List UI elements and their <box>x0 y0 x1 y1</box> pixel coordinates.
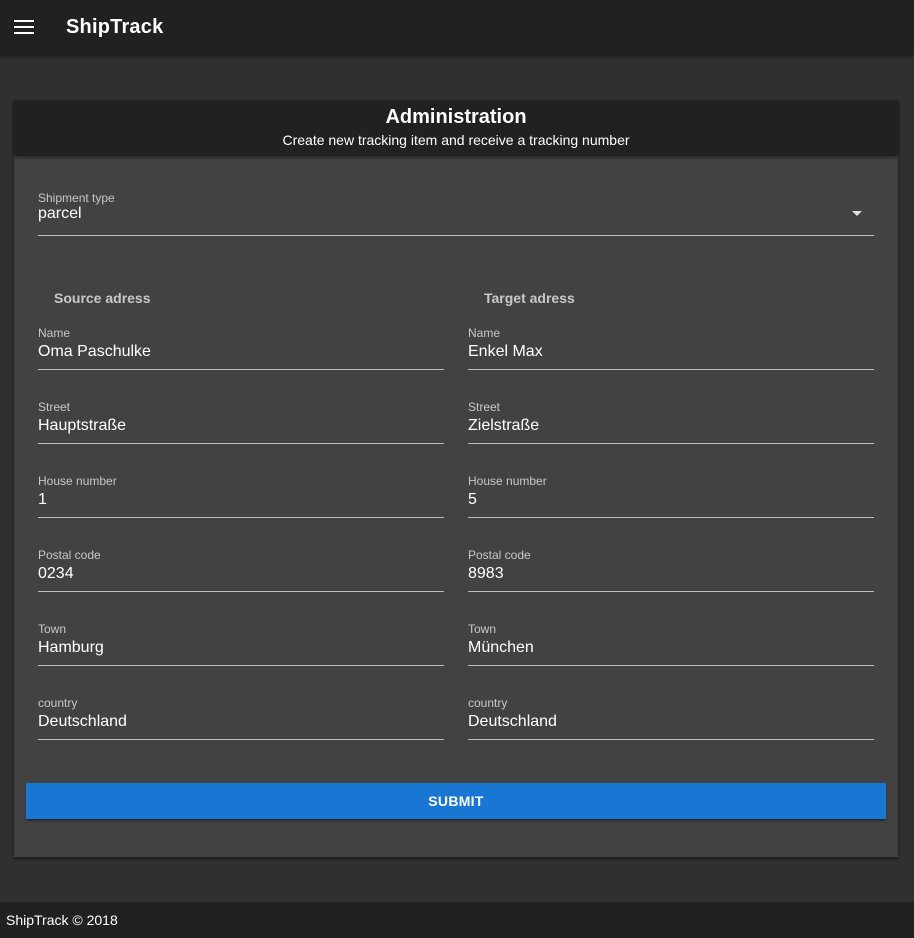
source-house-number-input[interactable] <box>38 491 444 509</box>
app-title: ShipTrack <box>66 15 164 38</box>
source-address-heading: Source adress <box>54 290 151 306</box>
shipment-type-label: Shipment type <box>38 191 115 205</box>
source-house-number-label: House number <box>38 474 117 488</box>
target-house-number-label: House number <box>468 474 547 488</box>
target-country-input[interactable] <box>468 713 874 731</box>
target-town-input[interactable] <box>468 639 874 657</box>
source-town-label: Town <box>38 622 67 636</box>
administration-card: Administration Create new tracking item … <box>14 100 898 857</box>
submit-button[interactable]: SUBMIT <box>26 783 886 819</box>
target-address-heading: Target adress <box>484 290 575 306</box>
card-title: Administration <box>385 106 527 128</box>
source-street-input[interactable] <box>38 417 444 435</box>
source-country-field[interactable]: country <box>38 696 444 740</box>
source-street-label: Street <box>38 400 71 414</box>
source-postal-code-field[interactable]: Postal code <box>38 548 444 592</box>
shipment-type-value: parcel <box>38 205 82 222</box>
target-street-field[interactable]: Street <box>468 400 874 444</box>
shipment-type-select[interactable]: Shipment type parcel <box>38 191 874 236</box>
source-name-input[interactable] <box>38 343 444 361</box>
app-bar: ShipTrack <box>0 0 914 54</box>
source-postal-code-input[interactable] <box>38 565 444 583</box>
target-postal-code-label: Postal code <box>468 548 531 562</box>
footer-copyright: ShipTrack © 2018 <box>6 912 118 928</box>
source-town-field[interactable]: Town <box>38 622 444 666</box>
source-postal-code-label: Postal code <box>38 548 101 562</box>
target-postal-code-input[interactable] <box>468 565 874 583</box>
target-name-label: Name <box>468 326 501 340</box>
target-country-label: country <box>468 696 508 710</box>
menu-button[interactable] <box>0 0 48 54</box>
target-street-input[interactable] <box>468 417 874 435</box>
source-street-field[interactable]: Street <box>38 400 444 444</box>
source-name-label: Name <box>38 326 71 340</box>
target-postal-code-field[interactable]: Postal code <box>468 548 874 592</box>
target-house-number-input[interactable] <box>468 491 874 509</box>
target-name-field[interactable]: Name <box>468 326 874 370</box>
footer: ShipTrack © 2018 <box>0 902 914 938</box>
card-subtitle: Create new tracking item and receive a t… <box>282 132 630 148</box>
target-country-field[interactable]: country <box>468 696 874 740</box>
source-name-field[interactable]: Name <box>38 326 444 370</box>
hamburger-icon <box>14 20 34 34</box>
card-header: Administration Create new tracking item … <box>14 100 898 156</box>
source-house-number-field[interactable]: House number <box>38 474 444 518</box>
target-town-label: Town <box>468 622 497 636</box>
source-country-label: country <box>38 696 78 710</box>
target-street-label: Street <box>468 400 501 414</box>
source-town-input[interactable] <box>38 639 444 657</box>
target-house-number-field[interactable]: House number <box>468 474 874 518</box>
target-town-field[interactable]: Town <box>468 622 874 666</box>
target-name-input[interactable] <box>468 343 874 361</box>
dropdown-arrow-icon <box>852 211 862 216</box>
source-country-input[interactable] <box>38 713 444 731</box>
